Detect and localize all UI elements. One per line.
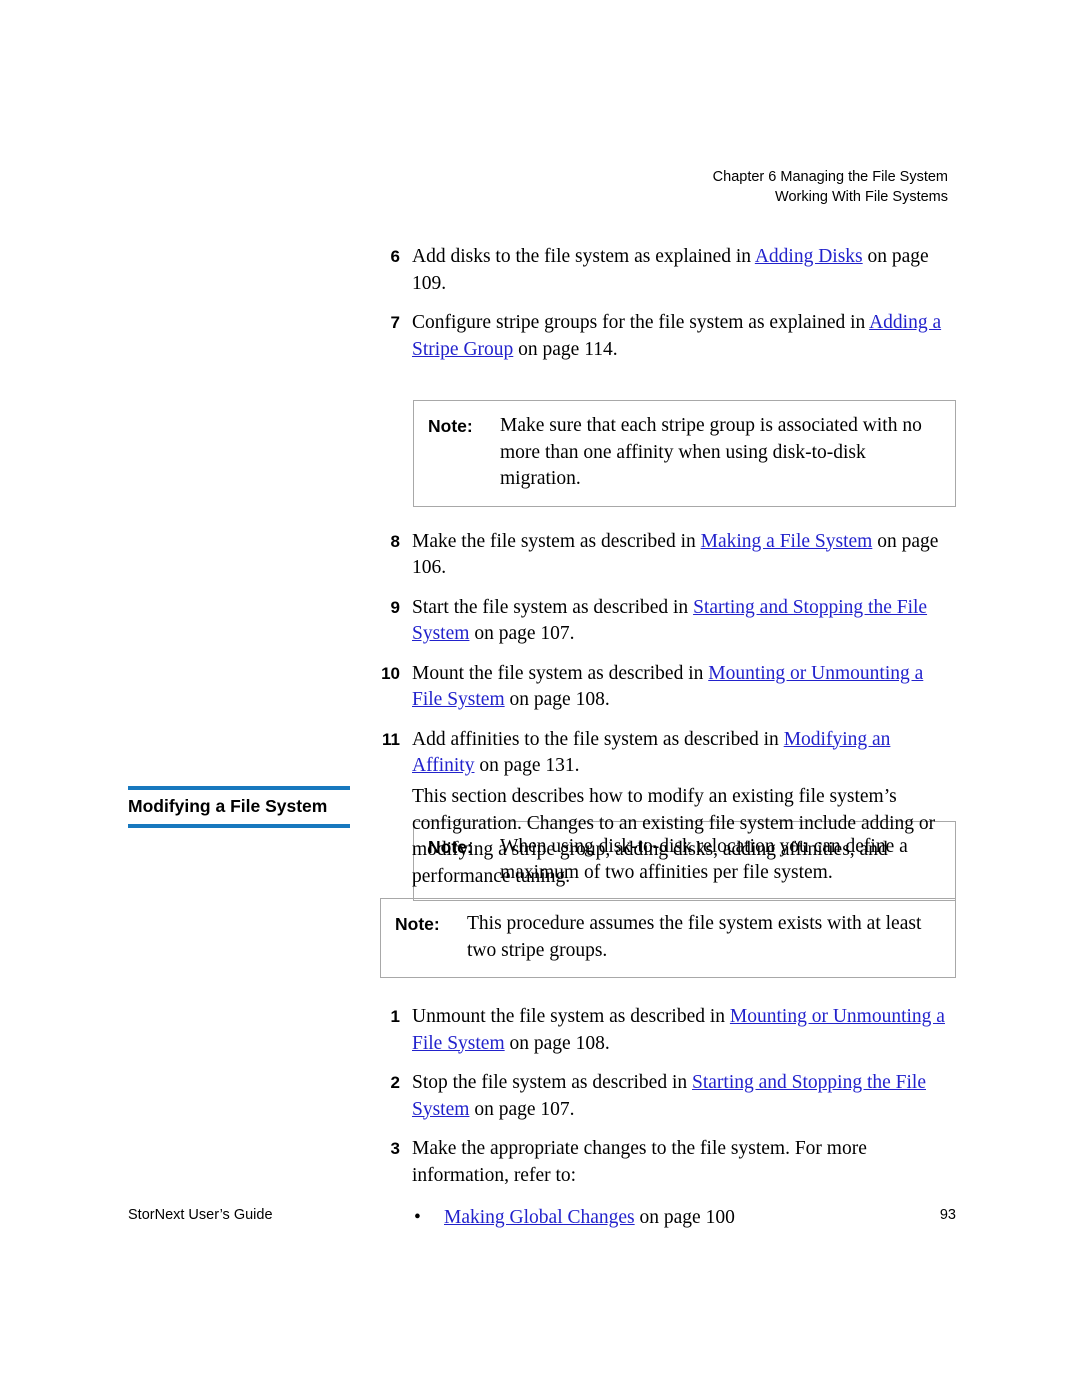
note-text: This procedure assumes the file system e… (467, 913, 922, 961)
step-number: 6 (390, 247, 400, 266)
step-body: Unmount the file system as described in … (412, 1004, 956, 1057)
section-intro-paragraph: This section describes how to modify an … (412, 786, 936, 887)
footer-page-number: 93 (939, 1207, 956, 1223)
step-text-run: on page 131. (474, 755, 580, 776)
step-number: 3 (390, 1139, 400, 1158)
step-text-run: Start the file system as described in (412, 596, 694, 618)
step-body: Mount the file system as described in Mo… (412, 661, 956, 714)
step-text-run: Configure stripe groups for the file sys… (412, 312, 870, 333)
numbered-step: 1 Unmount the file system as described in… (128, 1004, 956, 1057)
lower-content-column: Note: This procedure assumes the file sy… (128, 898, 956, 1232)
step-text-run: Unmount the file system as described in (412, 1006, 730, 1027)
step-number: 9 (390, 597, 400, 617)
header-section-line: Working With File Systems (775, 188, 948, 205)
step-text-run: Mount the file system as described in (412, 662, 709, 684)
footer-guide-title: StorNext User’s Guide (128, 1207, 273, 1223)
step-text-run: Make the file system as described in (412, 530, 701, 552)
step-number: 7 (390, 313, 400, 332)
step-text-run: Add disks to the file system as explaine… (412, 246, 755, 267)
step-text-run: on page 107. (469, 623, 575, 644)
note-label: Note: (395, 914, 440, 934)
step-text-run: Add affinities to the file system as des… (412, 728, 784, 750)
step-number: 1 (390, 1007, 400, 1026)
header-chapter-line: Chapter 6 Managing the File System (712, 169, 948, 185)
numbered-step: 2 Stop the file system as described in St… (128, 1070, 956, 1123)
note-box-1: Note: Make sure that each stripe group i… (413, 400, 956, 507)
step-text-run: Stop the file system as described in (412, 1072, 692, 1093)
numbered-step: 7 Configure stripe groups for the file sy… (128, 310, 956, 363)
steps-lower-list: 1 Unmount the file system as described in… (128, 1004, 956, 1189)
steps-upper-list: 6 Add disks to the file system as explain… (128, 244, 956, 363)
cross-reference-link[interactable]: Adding Disks (755, 246, 863, 267)
step-body: Stop the file system as described in Sta… (412, 1070, 956, 1123)
steps-mid-list: 8 Make the file system as described in Ma… (128, 529, 956, 780)
document-page: Chapter 6 Managing the File System Worki… (0, 0, 1080, 1397)
step-body: Make the appropriate changes to the file… (412, 1136, 956, 1189)
numbered-step: 8 Make the file system as described in Ma… (128, 529, 956, 582)
page-footer: StorNext User’s Guide 93 (128, 1205, 956, 1225)
step-text-run: on page 114. (513, 338, 618, 360)
step-text-run: on page 108. (504, 689, 610, 710)
numbered-step: 6 Add disks to the file system as explain… (128, 244, 956, 297)
note-text: Make sure that each stripe group is asso… (500, 415, 922, 489)
note-label: Note: (428, 416, 473, 436)
step-number: 2 (390, 1073, 400, 1092)
note-box-3: Note: This procedure assumes the file sy… (380, 898, 956, 978)
step-number: 11 (382, 729, 400, 749)
numbered-step: 10 Mount the file system as described in … (128, 661, 956, 714)
numbered-step: 9 Start the file system as described in S… (128, 595, 956, 648)
numbered-step: 3 Make the appropriate changes to the fil… (128, 1136, 956, 1189)
step-text-run: Make the appropriate changes to the file… (412, 1138, 867, 1186)
running-header: Chapter 6 Managing the File System Worki… (128, 168, 948, 207)
cross-reference-link[interactable]: Making a File System (701, 531, 873, 552)
section-rule-bottom (128, 824, 350, 828)
step-body: Add affinities to the file system as des… (412, 727, 956, 780)
step-body: Configure stripe groups for the file sys… (412, 310, 956, 363)
step-text-run: on page 108. (504, 1032, 610, 1054)
section-title: Modifying a File System (128, 796, 328, 816)
section-heading-block: Modifying a File System (128, 786, 350, 828)
step-body: Start the file system as described in St… (412, 595, 956, 648)
step-number: 8 (390, 531, 400, 551)
step-body: Make the file system as described in Mak… (412, 529, 956, 582)
step-number: 10 (381, 663, 400, 683)
numbered-step: 11 Add affinities to the file system as d… (128, 727, 956, 780)
step-body: Add disks to the file system as explaine… (412, 244, 956, 297)
step-text-run: on page 107. (469, 1098, 575, 1120)
